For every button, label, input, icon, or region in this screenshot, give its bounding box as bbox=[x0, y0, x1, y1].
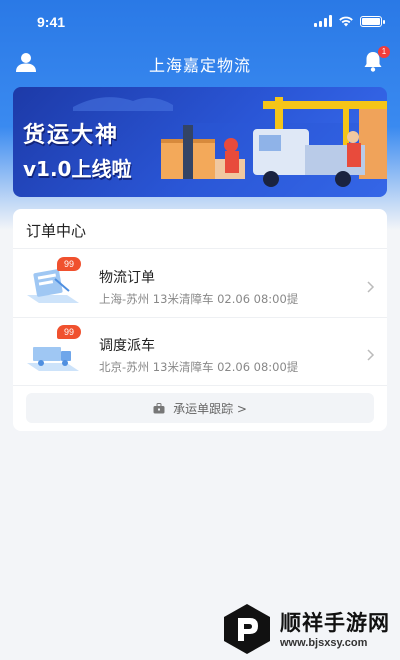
watermark-logo-icon bbox=[224, 604, 270, 654]
list-item-logistics-order[interactable]: 99 物流订单 上海-苏州 13米清障车 02.06 08:00提 bbox=[13, 255, 387, 321]
wifi-icon bbox=[339, 16, 353, 27]
order-center-card: 订单中心 99 物流订单 上海-苏州 13米清障车 02.06 08:00提 9… bbox=[13, 209, 387, 431]
order-count-badge: 99 bbox=[57, 257, 81, 271]
list-item-description: 上海-苏州 13米清障车 02.06 08:00提 bbox=[99, 292, 299, 306]
list-item-title: 物流订单 bbox=[99, 270, 155, 286]
dispatch-count-badge: 99 bbox=[57, 325, 81, 339]
waybill-tracking-button[interactable]: 承运单跟踪 > bbox=[26, 393, 374, 423]
promo-banner[interactable]: 货运大神 v1.0上线啦 bbox=[13, 87, 387, 197]
divider bbox=[13, 385, 387, 386]
status-bar: 9:41 bbox=[0, 0, 400, 44]
notification-badge: 1 bbox=[378, 46, 390, 58]
notification-button[interactable]: 1 bbox=[360, 46, 390, 74]
waybill-tracking-label: 承运单跟踪 > bbox=[173, 401, 247, 416]
banner-subtitle: v1.0上线啦 bbox=[23, 157, 132, 181]
list-item-dispatch[interactable]: 99 调度派车 北京-苏州 13米清障车 02.06 08:00提 bbox=[13, 323, 387, 389]
chevron-right-icon bbox=[367, 281, 375, 293]
battery-icon bbox=[360, 16, 385, 27]
status-icons bbox=[314, 15, 385, 27]
page-title: 上海嘉定物流 bbox=[148, 56, 251, 75]
chevron-right-icon bbox=[367, 349, 375, 361]
briefcase-icon bbox=[153, 402, 165, 413]
order-center-title: 订单中心 bbox=[26, 222, 87, 240]
watermark-name: 顺祥手游网 bbox=[280, 611, 390, 635]
signal-icon bbox=[314, 15, 332, 27]
top-nav: 上海嘉定物流 1 bbox=[0, 44, 400, 80]
divider bbox=[13, 317, 387, 318]
banner-text: 货运大神 v1.0上线啦 bbox=[23, 117, 131, 182]
list-item-description: 北京-苏州 13米清障车 02.06 08:00提 bbox=[99, 360, 299, 374]
banner-title: 货运大神 bbox=[23, 123, 120, 148]
divider bbox=[13, 248, 387, 249]
list-item-title: 调度派车 bbox=[99, 338, 155, 354]
status-time: 9:41 bbox=[37, 14, 66, 30]
watermark: 顺祥手游网 www.bjsxsy.com bbox=[222, 603, 396, 655]
watermark-url: www.bjsxsy.com bbox=[280, 637, 368, 649]
